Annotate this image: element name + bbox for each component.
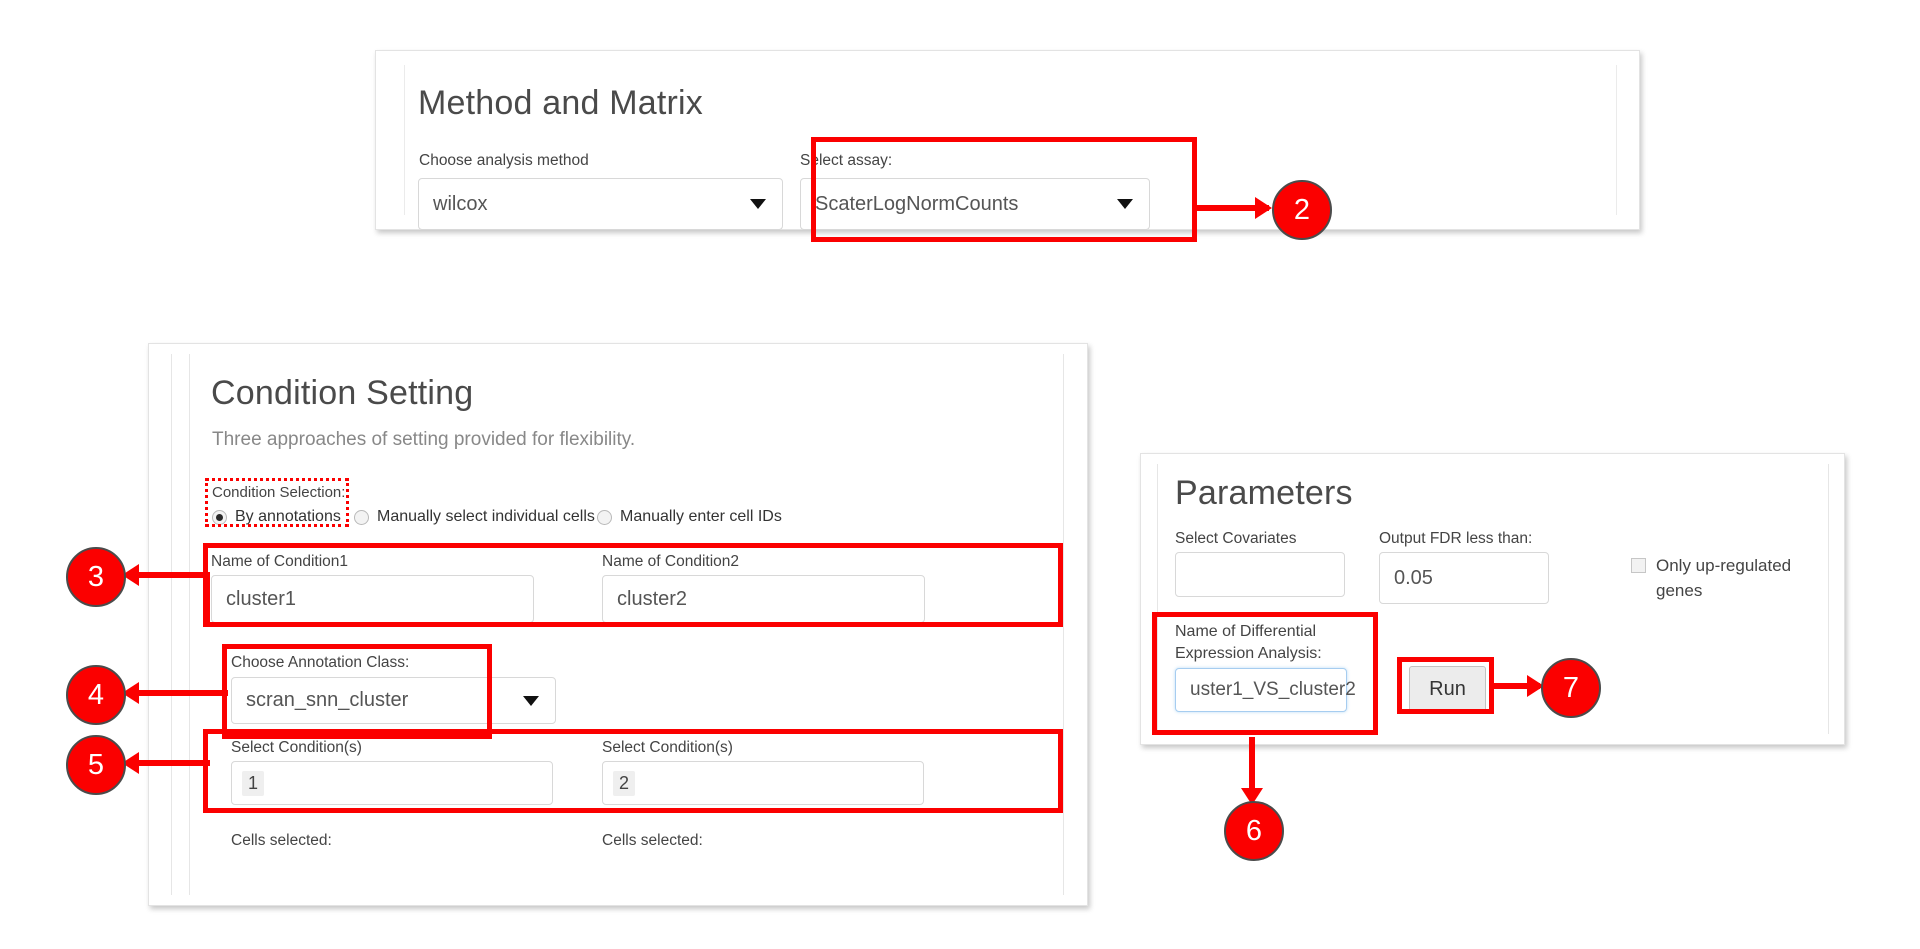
only-upregulated-label: Only up-regulated genes bbox=[1656, 554, 1811, 603]
radio-by-annotations[interactable]: By annotations bbox=[212, 508, 341, 526]
select-condition1-label: Select Condition(s) bbox=[231, 738, 362, 757]
condition-setting-card: Condition Setting Three approaches of se… bbox=[148, 343, 1088, 906]
radio-label-by-annotations: By annotations bbox=[235, 508, 341, 526]
dea-name-label-line2: Expression Analysis: bbox=[1175, 644, 1322, 664]
condition1-name-value: cluster1 bbox=[226, 588, 296, 611]
output-fdr-label: Output FDR less than: bbox=[1379, 529, 1532, 548]
chevron-down-icon bbox=[1117, 199, 1133, 209]
select-condition2-label: Select Condition(s) bbox=[602, 738, 733, 757]
radio-label-manual-ids: Manually enter cell IDs bbox=[620, 508, 782, 526]
condition2-name-value: cluster2 bbox=[617, 588, 687, 611]
radio-label-manual-select: Manually select individual cells bbox=[377, 508, 595, 526]
radio-manually-select-cells[interactable]: Manually select individual cells bbox=[354, 508, 595, 526]
dea-name-value: uster1_VS_cluster2 bbox=[1190, 679, 1356, 701]
dea-name-label-line1: Name of Differential bbox=[1175, 622, 1316, 642]
select-condition1-input[interactable]: 1 bbox=[231, 761, 553, 805]
arrow-line-4 bbox=[128, 690, 228, 696]
condition1-tag[interactable]: 1 bbox=[242, 771, 264, 796]
badge-6: 6 bbox=[1224, 801, 1284, 861]
choose-annotation-class-label: Choose Annotation Class: bbox=[231, 653, 409, 672]
badge-3: 3 bbox=[66, 547, 126, 607]
radio-icon-checked[interactable] bbox=[212, 510, 227, 525]
arrow-line-3b bbox=[204, 572, 210, 624]
annotation-class-value: scran_snn_cluster bbox=[246, 689, 408, 712]
condition-panel-subtitle: Three approaches of setting provided for… bbox=[212, 429, 635, 451]
card-left-rail bbox=[171, 354, 172, 895]
select-covariates-input[interactable] bbox=[1175, 552, 1345, 597]
parameters-panel-title: Parameters bbox=[1175, 476, 1353, 510]
condition2-name-input[interactable]: cluster2 bbox=[602, 575, 925, 623]
choose-analysis-method-label: Choose analysis method bbox=[419, 151, 589, 170]
run-button[interactable]: Run bbox=[1409, 666, 1486, 713]
method-and-matrix-card: Method and Matrix Choose analysis method… bbox=[375, 50, 1640, 230]
select-condition2-input[interactable]: 2 bbox=[602, 761, 924, 805]
chevron-down-icon bbox=[523, 696, 539, 706]
annotation-class-select[interactable]: scran_snn_cluster bbox=[231, 677, 556, 724]
select-covariates-label: Select Covariates bbox=[1175, 529, 1296, 548]
cells-selected2-label: Cells selected: bbox=[602, 831, 703, 850]
arrow-line-3 bbox=[128, 572, 210, 578]
arrow-line-6 bbox=[1249, 737, 1255, 793]
name-of-condition1-label: Name of Condition1 bbox=[211, 552, 348, 571]
output-fdr-input[interactable]: 0.05 bbox=[1379, 552, 1549, 604]
dea-name-input[interactable]: uster1_VS_cluster2 bbox=[1175, 668, 1347, 712]
param-left-rail bbox=[1157, 464, 1158, 734]
badge-4: 4 bbox=[66, 665, 126, 725]
chevron-down-icon bbox=[750, 199, 766, 209]
arrow-line-5a bbox=[128, 760, 210, 766]
badge-7: 7 bbox=[1541, 658, 1601, 718]
condition2-tag[interactable]: 2 bbox=[613, 771, 635, 796]
method-panel-title: Method and Matrix bbox=[418, 86, 703, 120]
condition-selection-label: Condition Selection: bbox=[212, 484, 345, 503]
analysis-method-value: wilcox bbox=[433, 193, 487, 216]
condition-panel-title: Condition Setting bbox=[211, 376, 473, 410]
analysis-method-select[interactable]: wilcox bbox=[418, 178, 783, 230]
card-left-rail-2 bbox=[189, 354, 190, 895]
cells-selected1-label: Cells selected: bbox=[231, 831, 332, 850]
radio-icon[interactable] bbox=[354, 510, 369, 525]
select-assay-label: Select assay: bbox=[800, 151, 892, 170]
radio-manually-enter-ids[interactable]: Manually enter cell IDs bbox=[597, 508, 782, 526]
card-right-rail bbox=[1063, 354, 1064, 895]
badge-5: 5 bbox=[66, 735, 126, 795]
condition1-name-input[interactable]: cluster1 bbox=[211, 575, 534, 623]
radio-icon[interactable] bbox=[597, 510, 612, 525]
arrow-head-2 bbox=[1255, 197, 1272, 219]
only-upregulated-checkbox-row[interactable]: Only up-regulated genes bbox=[1631, 554, 1811, 603]
name-of-condition2-label: Name of Condition2 bbox=[602, 552, 739, 571]
assay-value: ScaterLogNormCounts bbox=[815, 193, 1018, 216]
badge-2: 2 bbox=[1272, 180, 1332, 240]
parameters-card: Parameters Select Covariates Output FDR … bbox=[1140, 453, 1845, 745]
output-fdr-value: 0.05 bbox=[1394, 567, 1433, 590]
checkbox-icon[interactable] bbox=[1631, 558, 1646, 573]
assay-select[interactable]: ScaterLogNormCounts bbox=[800, 178, 1150, 230]
param-right-rail bbox=[1828, 464, 1829, 734]
run-button-label: Run bbox=[1429, 678, 1466, 701]
